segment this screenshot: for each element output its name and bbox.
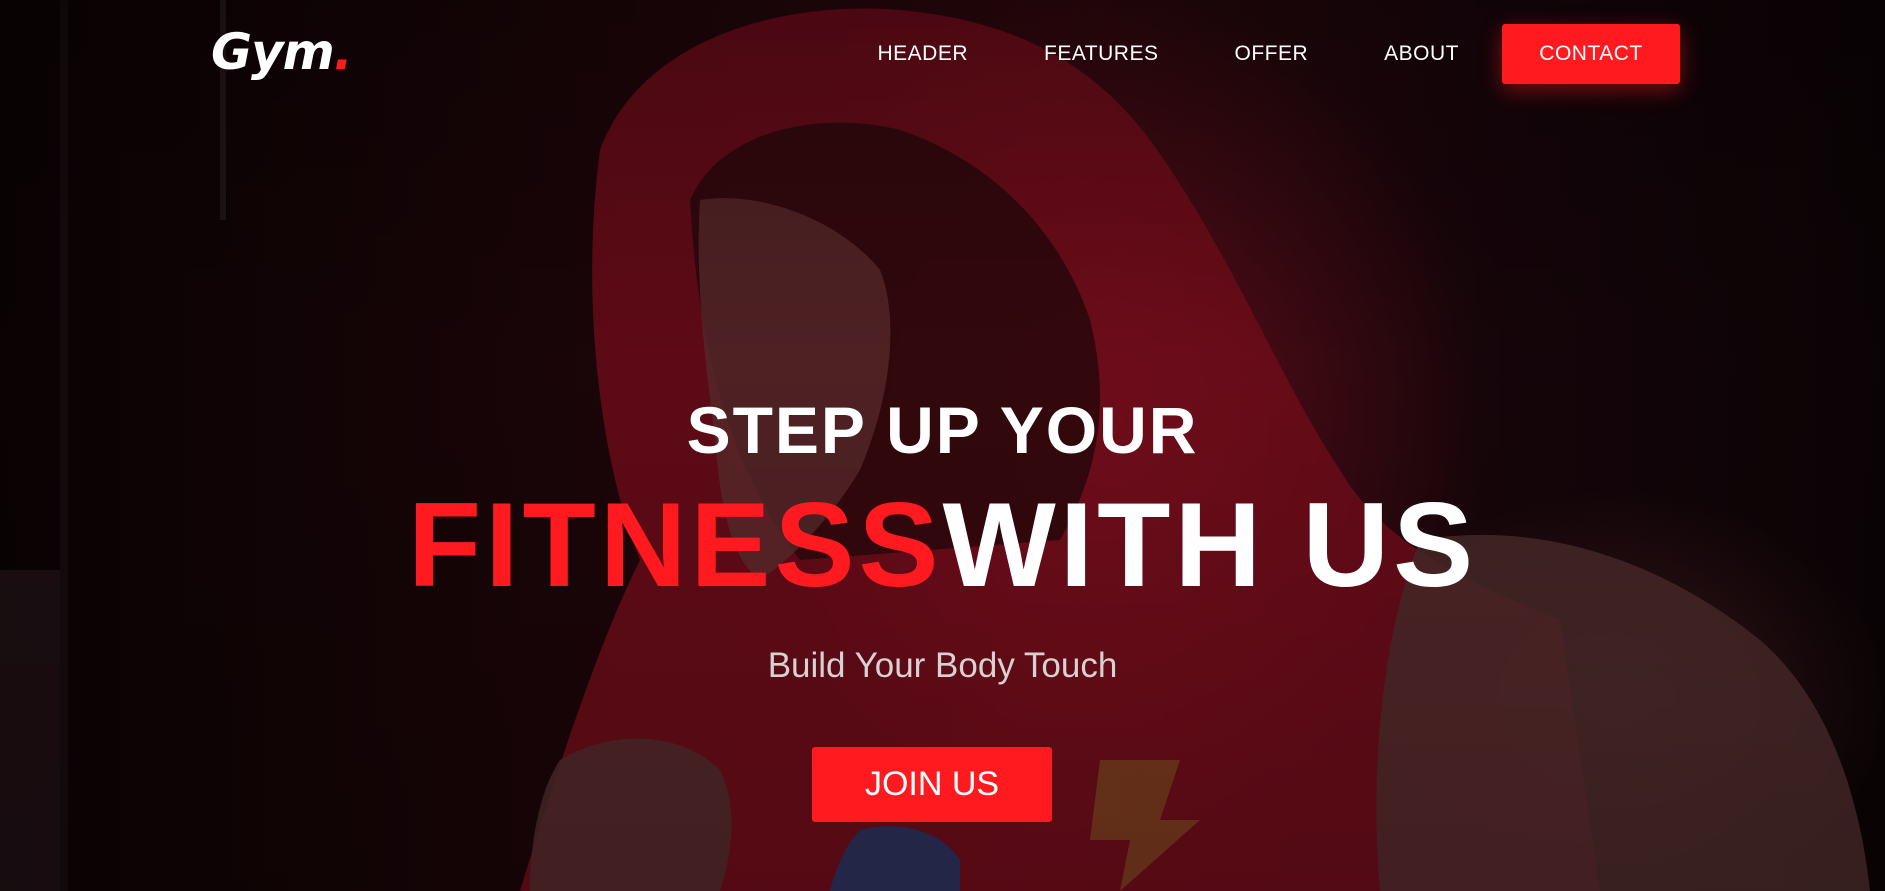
hero-headline-rest: WITH US: [942, 478, 1478, 612]
hero-headline-line2: FITNESSWITH US: [0, 480, 1885, 610]
nav-item-header[interactable]: HEADER: [877, 42, 968, 66]
brand-logo[interactable]: Gym.: [211, 22, 353, 82]
main-nav: HEADER FEATURES OFFER ABOUT CONTACT: [877, 24, 1680, 84]
hero-headline-line1: STEP UP YOUR: [686, 393, 1199, 467]
join-us-button[interactable]: JOIN US: [812, 747, 1052, 822]
logo-dot: .: [333, 23, 353, 81]
hero-headline-highlight: FITNESS: [407, 478, 943, 612]
contact-button[interactable]: CONTACT: [1502, 24, 1680, 84]
nav-item-offer[interactable]: OFFER: [1234, 42, 1308, 66]
logo-text: Gym: [211, 23, 335, 81]
hero-tagline: Build Your Body Touch: [767, 646, 1118, 685]
nav-item-features[interactable]: FEATURES: [1044, 42, 1158, 66]
nav-item-about[interactable]: ABOUT: [1384, 42, 1459, 66]
